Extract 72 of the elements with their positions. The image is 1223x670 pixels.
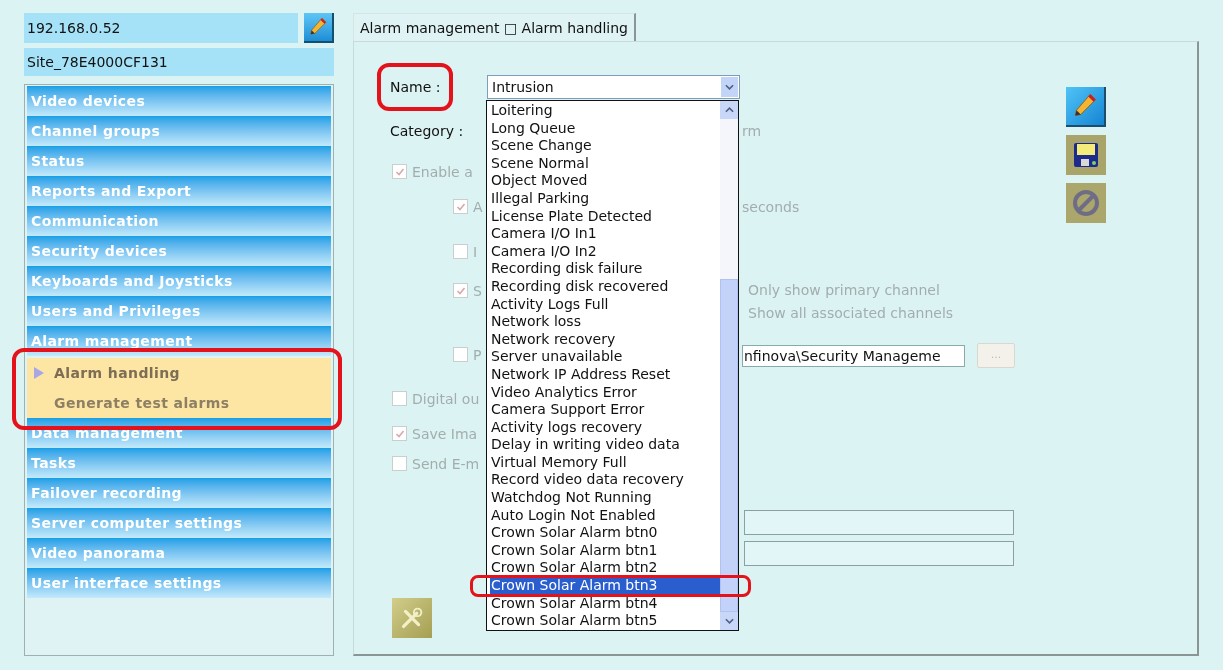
- dropdown-option[interactable]: Record video data recovery: [490, 471, 720, 490]
- category-label: Category :: [390, 121, 465, 141]
- dropdown-option[interactable]: Illegal Parking: [490, 189, 720, 208]
- save-button[interactable]: [1066, 135, 1106, 175]
- dropdown-option[interactable]: Watchdog Not Running: [490, 489, 720, 507]
- option-label: Send E-m: [412, 456, 480, 472]
- radio-option-label: Only show primary channel: [747, 281, 940, 300]
- check-icon: [455, 285, 466, 296]
- dropdown-option[interactable]: Crown Solar Alarm btn5: [490, 612, 720, 630]
- dropdown-option[interactable]: Network IP Address Reset: [490, 365, 720, 384]
- dropdown-option[interactable]: Crown Solar Alarm btn4: [490, 594, 720, 613]
- site-name: Site_78E4000CF131: [24, 48, 334, 76]
- dropdown-option[interactable]: Crown Solar Alarm btn1: [490, 541, 720, 560]
- option-label: Digital ou: [412, 391, 480, 407]
- breadcrumb-tab[interactable]: Alarm management □ Alarm handling: [353, 13, 636, 41]
- edit-button[interactable]: [304, 13, 334, 43]
- option-label: A: [473, 199, 483, 215]
- checkbox[interactable]: [392, 426, 407, 441]
- dropdown-option[interactable]: Scene Normal: [490, 154, 720, 173]
- prohibited-icon: [1071, 188, 1101, 218]
- sidebar-subitem[interactable]: Alarm handling: [27, 358, 331, 388]
- dropdown-option[interactable]: Object Moved: [490, 172, 720, 190]
- checkbox[interactable]: [453, 199, 468, 214]
- dropdown-option[interactable]: Server unavailable: [490, 348, 720, 366]
- chevron-down-icon[interactable]: [724, 618, 734, 624]
- category-value: rm: [742, 121, 762, 141]
- dropdown-option[interactable]: License Plate Detected: [490, 207, 720, 226]
- server-address: 192.168.0.52: [24, 13, 298, 43]
- tools-button[interactable]: [392, 598, 432, 638]
- checkbox[interactable]: [392, 391, 407, 406]
- text-field[interactable]: [744, 541, 1014, 566]
- option-label: P: [473, 347, 482, 363]
- path-field[interactable]: nfinova\Security Manageme: [742, 344, 965, 367]
- dropdown-option[interactable]: Camera Support Error: [490, 401, 720, 419]
- dropdown-option[interactable]: Crown Solar Alarm btn2: [490, 559, 720, 578]
- dropdown-option[interactable]: Virtual Memory Full: [490, 453, 720, 472]
- dropdown-option[interactable]: Activity Logs Full: [490, 295, 720, 314]
- checkbox[interactable]: [453, 244, 468, 259]
- checkbox[interactable]: [392, 164, 407, 179]
- checkbox[interactable]: [453, 283, 468, 298]
- check-icon: [394, 428, 405, 439]
- dropdown-option[interactable]: Activity logs recovery: [490, 418, 720, 437]
- dropdown-option[interactable]: Long Queue: [490, 119, 720, 138]
- checkbox[interactable]: [453, 347, 468, 362]
- chevron-up-icon[interactable]: [724, 107, 734, 113]
- check-icon: [394, 166, 405, 177]
- radio-option-label: Show all associated channels: [747, 304, 954, 323]
- name-label: Name :: [390, 79, 441, 95]
- dropdown-option[interactable]: Delay in writing video data: [490, 436, 720, 454]
- edit-button[interactable]: [1066, 87, 1106, 127]
- dropdown-option[interactable]: Video Analytics Error: [490, 383, 720, 402]
- dropdown-option[interactable]: Scene Change: [490, 137, 720, 155]
- dropdown-option[interactable]: Recording disk failure: [490, 260, 720, 278]
- cancel-button[interactable]: [1066, 183, 1106, 223]
- option-label: Save Ima: [412, 426, 478, 442]
- dropdown-option[interactable]: Loitering: [490, 102, 720, 120]
- dropdown-option[interactable]: Network recovery: [490, 330, 720, 349]
- dropdown-option[interactable]: Recording disk recovered: [490, 277, 720, 296]
- dropdown-option[interactable]: Auto Login Not Enabled: [490, 506, 720, 525]
- dropdown-option[interactable]: Network loss: [490, 313, 720, 331]
- text-field[interactable]: [744, 510, 1014, 535]
- name-select[interactable]: Intrusion: [487, 75, 740, 99]
- dropdown-option[interactable]: Camera I/O In1: [490, 225, 720, 243]
- dropdown-option[interactable]: Crown Solar Alarm btn0: [490, 524, 720, 542]
- check-icon: [455, 201, 466, 212]
- checkbox[interactable]: [392, 456, 407, 471]
- option-label: Enable a: [412, 164, 473, 180]
- seconds-label: seconds: [742, 198, 800, 215]
- triangle-icon: [34, 367, 44, 379]
- dropdown-option[interactable]: Camera I/O In2: [490, 242, 720, 261]
- scrollbar[interactable]: [720, 101, 738, 630]
- option-label: S: [473, 283, 482, 299]
